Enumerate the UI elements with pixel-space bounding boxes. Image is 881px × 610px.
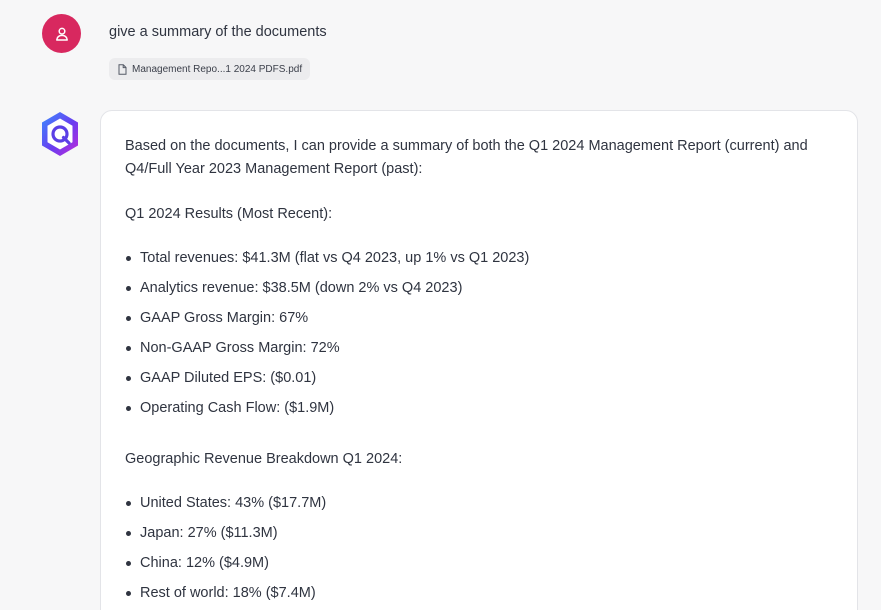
section-title: Geographic Revenue Breakdown Q1 2024: xyxy=(125,451,403,467)
user-avatar xyxy=(42,14,81,53)
bullet-list: United States: 43% ($17.7M) Japan: 27% (… xyxy=(125,492,833,610)
list-item: Operating Cash Flow: ($1.9M) xyxy=(125,397,833,427)
user-icon xyxy=(54,26,70,42)
file-icon xyxy=(117,63,128,75)
assistant-avatar xyxy=(38,110,82,158)
user-message: give a summary of the documents Manageme… xyxy=(0,0,881,100)
list-item: GAAP Gross Margin: 67% xyxy=(125,307,833,337)
section-title: Q1 2024 Results (Most Recent): xyxy=(125,206,333,222)
list-item: Analytics revenue: $38.5M (down 2% vs Q4… xyxy=(125,277,833,307)
user-message-text: give a summary of the documents xyxy=(109,24,327,40)
list-item: Non-GAAP Gross Margin: 72% xyxy=(125,337,833,367)
bullet-list: Total revenues: $41.3M (flat vs Q4 2023,… xyxy=(125,247,833,427)
assistant-logo-icon xyxy=(38,110,82,163)
attachment-name: Management Repo...1 2024 PDFS.pdf xyxy=(132,63,303,75)
list-item: Japan: 27% ($11.3M) xyxy=(125,522,833,552)
list-item: China: 12% ($4.9M) xyxy=(125,552,833,582)
attachment-chip[interactable]: Management Repo...1 2024 PDFS.pdf xyxy=(109,58,311,80)
list-item: Total revenues: $41.3M (flat vs Q4 2023,… xyxy=(125,247,833,277)
list-item: Rest of world: 18% ($7.4M) xyxy=(125,582,833,610)
response-intro: Based on the documents, I can provide a … xyxy=(125,138,808,177)
chat-page: give a summary of the documents Manageme… xyxy=(0,0,881,610)
assistant-response-card: Based on the documents, I can provide a … xyxy=(100,110,858,610)
list-item: United States: 43% ($17.7M) xyxy=(125,492,833,522)
list-item: GAAP Diluted EPS: ($0.01) xyxy=(125,367,833,397)
